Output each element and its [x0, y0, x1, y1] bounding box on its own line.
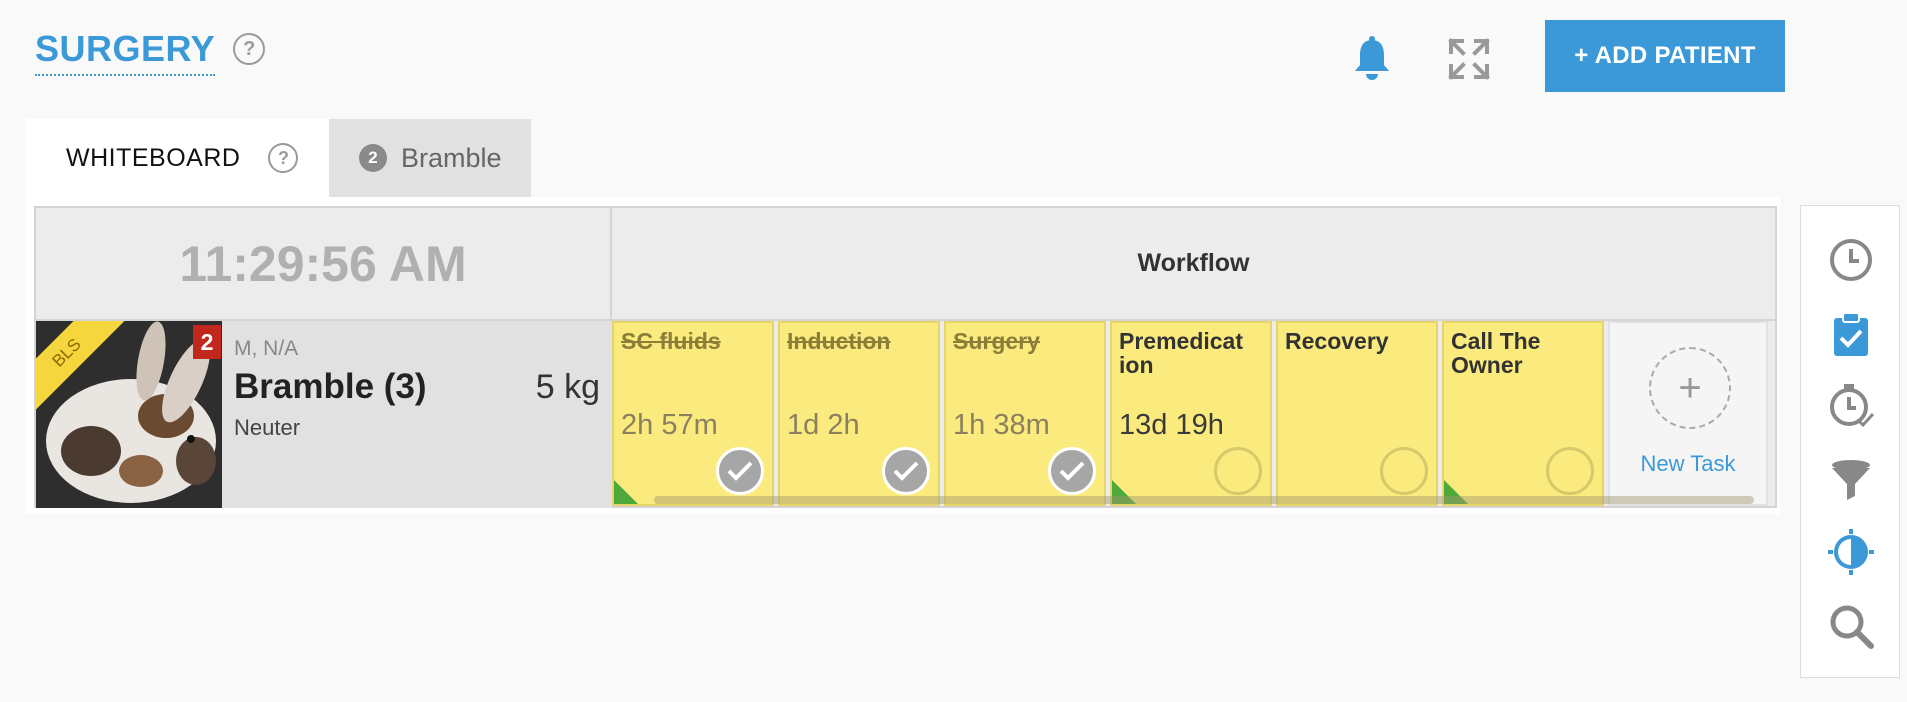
horizontal-scrollbar[interactable]: [654, 496, 1754, 504]
patient-weight: 5 kg: [535, 368, 600, 406]
patient-name: Bramble (3): [234, 367, 427, 406]
contrast-icon[interactable]: [1827, 528, 1875, 576]
task-name: SC fluids: [621, 328, 721, 354]
whiteboard: 11:29:56 AM Workflow BLS 2 M, N/A Brambl…: [25, 197, 1780, 514]
alert-count-badge: 2: [193, 325, 221, 359]
task-list: SC fluids 2h 57m Induction 1d 2h Surgery 1h 3…: [612, 321, 1777, 508]
task-elapsed-time: 2h 57m: [621, 409, 718, 441]
search-icon[interactable]: [1827, 602, 1875, 650]
task-card[interactable]: SC fluids 2h 57m: [612, 321, 774, 506]
task-card[interactable]: Induction 1d 2h: [778, 321, 940, 506]
task-complete-check-icon[interactable]: [882, 447, 930, 495]
patient-procedure: Neuter: [234, 415, 301, 440]
task-flag-corner: [614, 480, 638, 504]
tab-count-badge: 2: [359, 144, 387, 172]
clock-check-icon[interactable]: [1827, 382, 1875, 430]
patient-photo[interactable]: BLS 2: [36, 321, 222, 508]
page-title-area: SURGERY ?: [35, 28, 266, 76]
task-card[interactable]: Premedicat ion 13d 19h: [1110, 321, 1272, 506]
workflow-header: Workflow: [612, 208, 1775, 321]
help-icon[interactable]: ?: [233, 33, 266, 65]
task-elapsed-time: 1h 38m: [953, 409, 1050, 441]
page-title[interactable]: SURGERY: [35, 28, 216, 76]
side-toolbar: [1800, 205, 1900, 678]
task-complete-toggle[interactable]: [1214, 447, 1262, 495]
plus-icon: +: [1649, 347, 1731, 429]
task-complete-toggle[interactable]: [1546, 447, 1594, 495]
task-card[interactable]: Recovery: [1276, 321, 1438, 506]
patient-sex-age: M, N/A: [234, 337, 299, 360]
tab-patient-bramble[interactable]: 2 Bramble: [329, 119, 531, 197]
task-elapsed-time: 1d 2h: [787, 409, 860, 441]
current-time: 11:29:56 AM: [36, 208, 612, 321]
task-complete-check-icon[interactable]: [716, 447, 764, 495]
add-patient-button[interactable]: + ADD PATIENT: [1545, 20, 1785, 92]
new-task-button[interactable]: + New Task: [1608, 321, 1768, 506]
task-card[interactable]: Surgery 1h 38m: [944, 321, 1106, 506]
task-complete-toggle[interactable]: [1380, 447, 1428, 495]
task-name: Surgery: [953, 328, 1040, 354]
task-name: Premedicat ion: [1119, 328, 1244, 378]
clipboard-check-icon[interactable]: [1827, 310, 1875, 358]
task-elapsed-time: 13d 19h: [1119, 409, 1224, 441]
clock-icon[interactable]: [1827, 236, 1875, 284]
bell-icon[interactable]: [1352, 36, 1392, 82]
filter-icon[interactable]: [1827, 456, 1875, 504]
patient-info[interactable]: M, N/A Bramble (3) 5 kg Neuter: [222, 321, 612, 508]
task-name: Recovery: [1285, 328, 1389, 354]
new-task-label: New Task: [1640, 451, 1736, 476]
task-card[interactable]: Call The Owner: [1442, 321, 1604, 506]
task-complete-check-icon[interactable]: [1048, 447, 1096, 495]
tab-whiteboard[interactable]: WHITEBOARD ?: [25, 119, 329, 197]
fullscreen-icon[interactable]: [1448, 38, 1490, 80]
task-name: Call The Owner: [1451, 328, 1541, 378]
tab-bramble-label: Bramble: [401, 142, 502, 173]
task-name: Induction: [787, 328, 891, 354]
whiteboard-grid: 11:29:56 AM Workflow BLS 2 M, N/A Brambl…: [34, 206, 1777, 508]
tab-whiteboard-label: WHITEBOARD: [66, 143, 241, 172]
help-icon[interactable]: ?: [268, 143, 299, 173]
